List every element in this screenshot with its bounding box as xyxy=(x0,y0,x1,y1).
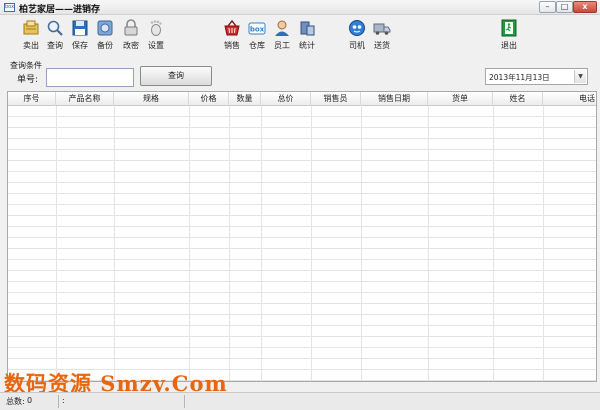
column-divider xyxy=(114,106,115,381)
title-bar: box 柏艺家居——进销存 – □ x xyxy=(0,0,600,15)
minimize-button[interactable]: – xyxy=(539,1,556,13)
save-label: 保存 xyxy=(72,41,88,50)
exit-button[interactable]: 退出 xyxy=(495,19,523,55)
change-password-label: 改密 xyxy=(123,41,139,50)
column-divider xyxy=(56,106,57,381)
warehouse-button[interactable]: box 仓库 xyxy=(243,19,271,55)
column-divider xyxy=(543,106,544,381)
user-icon xyxy=(275,20,289,36)
column-header[interactable]: 销售员 xyxy=(311,92,361,106)
shopping-basket-icon xyxy=(224,19,240,36)
column-header[interactable]: 产品名称 xyxy=(56,92,114,106)
floppy-disk-icon xyxy=(72,20,88,36)
column-divider xyxy=(361,106,362,381)
status-bar: 总数: 0 : xyxy=(0,392,600,410)
status-divider xyxy=(184,395,185,408)
query-label: 查询 xyxy=(47,41,63,50)
column-divider xyxy=(428,106,429,381)
date-picker[interactable]: 2013年11月13日 ▼ xyxy=(485,68,588,85)
driver-icon xyxy=(349,20,365,36)
exit-label: 退出 xyxy=(501,41,517,50)
column-divider xyxy=(261,106,262,381)
total-count-value: 0 xyxy=(27,396,33,405)
column-header[interactable]: 销售日期 xyxy=(361,92,428,106)
exit-icon xyxy=(501,19,517,37)
column-divider xyxy=(311,106,312,381)
column-header[interactable]: 货单 xyxy=(428,92,493,106)
statistics-label: 统计 xyxy=(299,41,315,50)
column-header[interactable]: 姓名 xyxy=(493,92,543,106)
driver-button[interactable]: 司机 xyxy=(343,19,371,55)
sales-table[interactable]: 序号 产品名称 规格 价格 数量 总价 销售员 销售日期 货单 姓名 电话 xyxy=(7,91,597,382)
box-icon: box xyxy=(248,22,266,35)
date-value: 2013年11月13日 xyxy=(489,73,550,82)
chevron-down-icon[interactable]: ▼ xyxy=(574,70,586,83)
table-header: 序号 产品名称 规格 价格 数量 总价 销售员 销售日期 货单 姓名 电话 xyxy=(8,92,596,106)
maximize-button[interactable]: □ xyxy=(556,1,573,13)
staff-button[interactable]: 员工 xyxy=(268,19,296,55)
settings-button[interactable]: 设置 xyxy=(142,19,170,55)
sales-label: 销售 xyxy=(224,41,240,50)
column-header[interactable]: 总价 xyxy=(261,92,311,106)
column-header[interactable]: 数量 xyxy=(229,92,261,106)
backup-icon xyxy=(97,20,113,36)
order-number-label: 单号: xyxy=(17,75,39,85)
query-button[interactable]: 查询 xyxy=(140,66,212,86)
svg-text:box: box xyxy=(250,26,265,34)
change-password-button[interactable]: 改密 xyxy=(117,19,145,55)
toolbar: 卖出 查询 保存 备份 改密 设置 销售 box 仓库 员工 统计 司机 送货 … xyxy=(0,16,600,56)
lock-icon xyxy=(124,19,138,36)
staff-label: 员工 xyxy=(274,41,290,50)
total-count-label: 总数: xyxy=(6,397,25,406)
column-header[interactable]: 电话 xyxy=(543,92,596,106)
warehouse-label: 仓库 xyxy=(249,41,265,50)
backup-button[interactable]: 备份 xyxy=(91,19,119,55)
column-divider xyxy=(229,106,230,381)
statistics-button[interactable]: 统计 xyxy=(293,19,321,55)
status-divider xyxy=(58,395,59,408)
truck-icon xyxy=(373,23,391,35)
save-button[interactable]: 保存 xyxy=(66,19,94,55)
close-button[interactable]: x xyxy=(573,1,597,13)
sales-button[interactable]: 销售 xyxy=(218,19,246,55)
query-conditions-title: 查询条件 xyxy=(10,61,42,70)
column-header[interactable]: 价格 xyxy=(189,92,229,106)
delivery-button[interactable]: 送货 xyxy=(368,19,396,55)
status-panel: : xyxy=(62,396,65,405)
settings-label: 设置 xyxy=(148,41,164,50)
app-icon: box xyxy=(4,3,15,12)
statistics-icon xyxy=(300,21,315,36)
table-body xyxy=(8,106,596,381)
order-number-input[interactable] xyxy=(46,68,134,87)
column-divider xyxy=(493,106,494,381)
search-icon xyxy=(47,20,63,36)
backup-label: 备份 xyxy=(97,41,113,50)
driver-label: 司机 xyxy=(349,41,365,50)
sell-icon xyxy=(23,20,39,35)
column-divider xyxy=(189,106,190,381)
column-header[interactable]: 规格 xyxy=(114,92,189,106)
column-header[interactable]: 序号 xyxy=(8,92,56,106)
query-toolbar-button[interactable]: 查询 xyxy=(41,19,69,55)
footprint-settings-icon xyxy=(150,20,162,36)
delivery-label: 送货 xyxy=(374,41,390,50)
window-title: 柏艺家居——进销存 xyxy=(19,5,101,15)
